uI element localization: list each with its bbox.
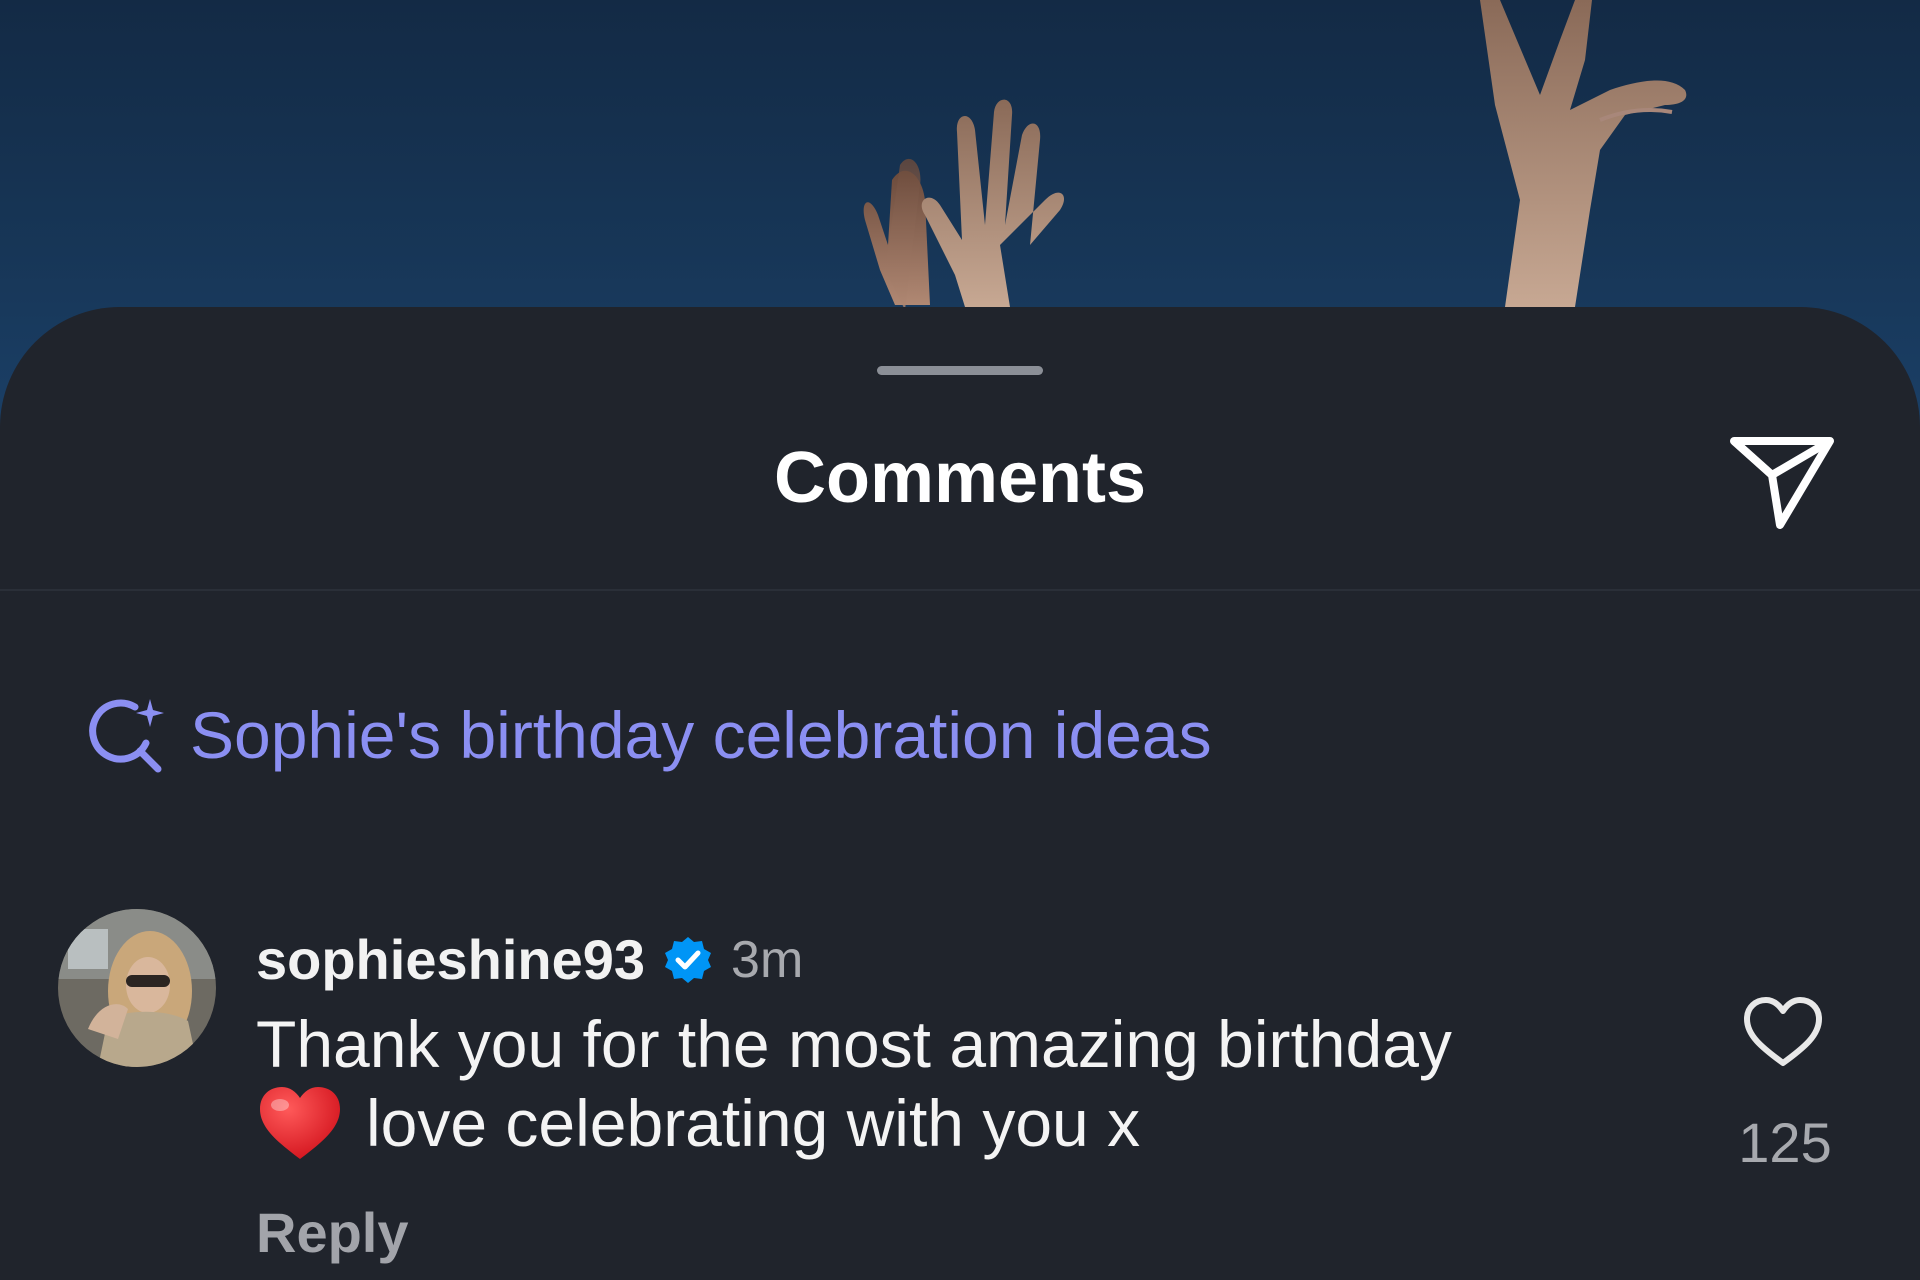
like-button[interactable] (1733, 987, 1833, 1077)
red-heart-emoji-icon (260, 1087, 340, 1159)
drag-handle[interactable] (877, 366, 1043, 375)
comment-text-line-2: love celebrating with you x (366, 1086, 1141, 1160)
comment-item: sophieshine93 3m Thank you for the most … (0, 905, 1920, 1280)
avatar-photo (58, 909, 216, 1067)
header-divider (0, 589, 1920, 591)
sheet-title: Comments (773, 438, 1147, 518)
comment-text: Thank you for the most amazing birthday … (256, 1005, 1606, 1163)
suggestion-text: Sophie's birthday celebration ideas (190, 698, 1212, 772)
like-count: 125 (1738, 1111, 1832, 1174)
avatar[interactable] (58, 909, 216, 1067)
comment-text-line-1: Thank you for the most amazing birthday (256, 1007, 1452, 1081)
reply-button[interactable]: Reply (256, 1205, 409, 1261)
comment-timestamp: 3m (731, 931, 804, 989)
paper-plane-icon (1730, 437, 1834, 529)
screen: Comments Sophie's birthday celebration i… (0, 0, 1920, 1280)
verified-badge-icon (665, 937, 712, 983)
ai-search-sparkle-icon (89, 699, 164, 773)
heart-outline-icon (1744, 997, 1822, 1066)
comment-text-line-2-row: love celebrating with you x (256, 1083, 1606, 1163)
comment-header: sophieshine93 3m (256, 925, 803, 995)
share-button[interactable] (1722, 427, 1842, 537)
comment-username[interactable]: sophieshine93 (256, 932, 645, 988)
ai-search-suggestion[interactable]: Sophie's birthday celebration ideas (88, 695, 1212, 775)
